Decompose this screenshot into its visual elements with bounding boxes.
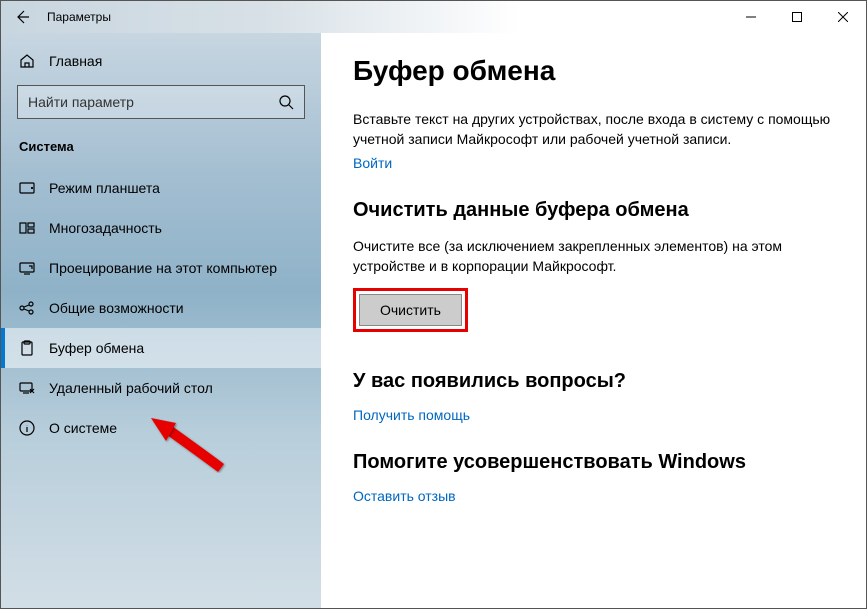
get-help-link[interactable]: Получить помощь [353, 407, 470, 423]
page-title: Буфер обмена [353, 55, 834, 87]
sidebar-item-label: Удаленный рабочий стол [49, 380, 213, 396]
minimize-button[interactable] [728, 1, 774, 33]
close-icon [838, 12, 848, 22]
multitasking-icon [19, 220, 35, 236]
clear-heading: Очистить данные буфера обмена [353, 199, 834, 222]
annotation-highlight: Очистить [353, 288, 468, 332]
shared-icon [19, 300, 35, 316]
sidebar-item-clipboard[interactable]: Буфер обмена [1, 328, 321, 368]
titlebar: Параметры [1, 1, 866, 33]
search-icon [278, 94, 294, 110]
home-label: Главная [49, 53, 102, 69]
section-header: Система [1, 139, 321, 168]
remote-desktop-icon [19, 380, 35, 396]
minimize-icon [746, 12, 756, 22]
sign-in-link[interactable]: Войти [353, 155, 392, 171]
clipboard-icon [19, 340, 35, 356]
search-input[interactable] [28, 94, 278, 110]
sidebar: Главная Система Режим планшета Многозада… [1, 33, 321, 608]
clear-description: Очистите все (за исключением закрепленны… [353, 236, 834, 276]
sidebar-item-label: Общие возможности [49, 300, 184, 316]
sidebar-item-tablet-mode[interactable]: Режим планшета [1, 168, 321, 208]
sidebar-item-label: О системе [49, 420, 117, 436]
sidebar-item-label: Многозадачность [49, 220, 162, 236]
tablet-icon [19, 180, 35, 196]
sidebar-item-label: Режим планшета [49, 180, 160, 196]
feedback-link[interactable]: Оставить отзыв [353, 488, 456, 504]
clear-button[interactable]: Очистить [359, 294, 462, 326]
help-heading: У вас появились вопросы? [353, 370, 834, 393]
info-icon [19, 420, 35, 436]
main-content: Буфер обмена Вставьте текст на других ус… [321, 33, 866, 608]
projecting-icon [19, 260, 35, 276]
arrow-left-icon [14, 9, 30, 25]
sync-description: Вставьте текст на других устройствах, по… [353, 109, 834, 149]
search-box[interactable] [17, 85, 305, 119]
sidebar-item-multitasking[interactable]: Многозадачность [1, 208, 321, 248]
sidebar-item-remote-desktop[interactable]: Удаленный рабочий стол [1, 368, 321, 408]
sidebar-item-about[interactable]: О системе [1, 408, 321, 448]
sidebar-item-label: Проецирование на этот компьютер [49, 260, 277, 276]
sidebar-item-label: Буфер обмена [49, 340, 144, 356]
sidebar-item-shared-experiences[interactable]: Общие возможности [1, 288, 321, 328]
home-nav[interactable]: Главная [1, 45, 321, 85]
feedback-heading: Помогите усовершенствовать Windows [353, 451, 834, 474]
close-button[interactable] [820, 1, 866, 33]
home-icon [19, 53, 35, 69]
maximize-button[interactable] [774, 1, 820, 33]
window-title: Параметры [47, 10, 111, 24]
maximize-icon [792, 12, 802, 22]
back-button[interactable] [1, 1, 43, 33]
sidebar-item-projecting[interactable]: Проецирование на этот компьютер [1, 248, 321, 288]
